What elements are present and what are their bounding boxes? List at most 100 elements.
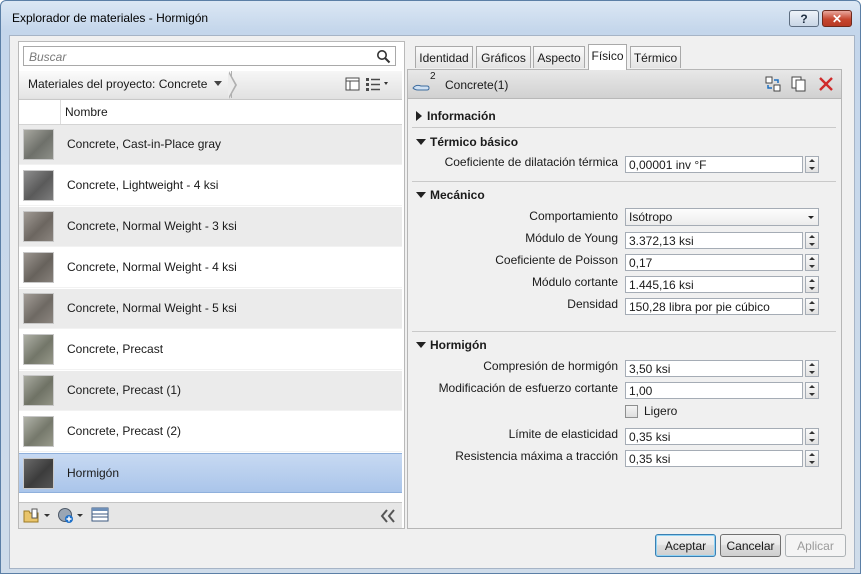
section-termico-basico[interactable]: Térmico básico (416, 135, 518, 149)
apply-button[interactable]: Aplicar (785, 534, 846, 557)
search-placeholder: Buscar (29, 50, 67, 64)
material-browser-window: Explorador de materiales - Hormigón ? ✕ … (0, 0, 861, 574)
tab-fisico[interactable]: Físico (588, 44, 627, 70)
dilatacion-field[interactable]: 0,00001 inv °F (625, 156, 803, 173)
poisson-label: Coeficiente de Poisson (495, 253, 618, 267)
material-editor-pane: 2 Concrete(1) Información Térmico básico… (407, 69, 842, 529)
asset-header: 2 Concrete(1) (408, 70, 841, 99)
material-name: Concrete, Lightweight - 4 ksi (67, 178, 219, 192)
cortante-spinner[interactable] (805, 276, 819, 293)
dilatacion-spinner[interactable] (805, 156, 819, 173)
modificacion-field[interactable]: 1,00 (625, 382, 803, 399)
chevron-down-icon (808, 216, 814, 219)
comportamiento-label: Comportamiento (529, 209, 618, 223)
densidad-spinner[interactable] (805, 298, 819, 315)
breadcrumb-label: Materiales del proyecto: Concrete (28, 77, 208, 91)
modificacion-spinner[interactable] (805, 382, 819, 399)
list-item[interactable]: Concrete, Normal Weight - 4 ksi (19, 248, 402, 288)
divider (412, 181, 836, 182)
panel-layout-icon[interactable] (345, 77, 361, 92)
material-name: Concrete, Precast (2) (67, 424, 182, 438)
cortante-label: Módulo cortante (531, 275, 618, 289)
poisson-field[interactable]: 0,17 (625, 254, 803, 271)
collapse-icon (416, 342, 426, 348)
material-list: Concrete, Cast-in-Place gray Concrete, L… (19, 125, 402, 493)
dialog-client: Buscar Materiales del proyecto: Concrete… (9, 35, 855, 569)
list-item-selected[interactable]: Hormigón (19, 453, 402, 493)
young-field[interactable]: 3.372,13 ksi (625, 232, 803, 249)
material-name: Concrete, Precast (67, 342, 164, 356)
list-item[interactable]: Concrete, Cast-in-Place gray (19, 125, 402, 165)
material-thumbnail (23, 129, 54, 160)
ligero-checkbox[interactable] (625, 405, 638, 418)
traccion-label: Resistencia máxima a tracción (455, 449, 618, 463)
list-item[interactable]: Concrete, Normal Weight - 3 ksi (19, 207, 402, 247)
library-toolbar: Materiales del proyecto: Concrete (19, 71, 402, 100)
material-name: Hormigón (67, 466, 120, 480)
collapse-left-icon[interactable] (379, 509, 397, 523)
list-view-icon[interactable] (365, 77, 391, 92)
material-library-pane: Buscar Materiales del proyecto: Concrete… (18, 41, 405, 529)
section-informacion[interactable]: Información (416, 109, 496, 123)
compresion-field[interactable]: 3,50 ksi (625, 360, 803, 377)
material-thumbnail (23, 375, 54, 406)
close-button[interactable]: ✕ (822, 10, 852, 27)
section-mecanico[interactable]: Mecánico (416, 188, 485, 202)
column-header: Nombre (19, 100, 402, 125)
library-footer-toolbar (19, 502, 402, 528)
list-item[interactable]: Concrete, Normal Weight - 5 ksi (19, 289, 402, 329)
traccion-field[interactable]: 0,35 ksi (625, 450, 803, 467)
material-thumbnail (23, 293, 54, 324)
column-name-header[interactable]: Nombre (65, 105, 108, 119)
asset-usage-count: 2 (430, 71, 436, 82)
compresion-spinner[interactable] (805, 360, 819, 377)
cortante-field[interactable]: 1.445,16 ksi (625, 276, 803, 293)
section-mecanico-label: Mecánico (430, 188, 485, 202)
window-title: Explorador de materiales - Hormigón (12, 11, 209, 25)
comportamiento-select[interactable]: Isótropo (625, 208, 819, 226)
cancel-button[interactable]: Cancelar (720, 534, 781, 557)
editor-toggle-icon[interactable] (91, 507, 109, 523)
elasticidad-spinner[interactable] (805, 428, 819, 445)
material-name: Concrete, Normal Weight - 3 ksi (67, 219, 237, 233)
list-item[interactable]: Concrete, Lightweight - 4 ksi (19, 166, 402, 206)
list-item[interactable]: Concrete, Precast (1) (19, 371, 402, 411)
material-name: Concrete, Normal Weight - 4 ksi (67, 260, 237, 274)
asset-hand-icon (412, 84, 430, 91)
tab-identidad[interactable]: Identidad (415, 46, 473, 68)
list-item[interactable]: Concrete, Precast (2) (19, 412, 402, 452)
elasticidad-field[interactable]: 0,35 ksi (625, 428, 803, 445)
material-name: Concrete, Cast-in-Place gray (67, 137, 222, 151)
create-material-icon[interactable] (57, 507, 87, 525)
library-breadcrumb[interactable]: Materiales del proyecto: Concrete (19, 71, 232, 98)
dilatacion-label: Coeficiente de dilatación térmica (444, 155, 618, 169)
densidad-label: Densidad (567, 297, 618, 311)
section-hormigon[interactable]: Hormigón (416, 338, 487, 352)
traccion-spinner[interactable] (805, 450, 819, 467)
elasticidad-label: Límite de elasticidad (508, 427, 618, 441)
densidad-field[interactable]: 150,28 libra por pie cúbico (625, 298, 803, 315)
open-library-icon[interactable] (23, 507, 53, 525)
column-separator (60, 100, 61, 124)
replace-asset-icon[interactable] (765, 76, 781, 92)
material-thumbnail (23, 458, 54, 489)
breadcrumb-tip-fill (228, 72, 235, 98)
delete-asset-icon[interactable] (818, 76, 834, 92)
ligero-label: Ligero (644, 404, 678, 418)
material-thumbnail (23, 252, 54, 283)
ok-button[interactable]: Aceptar (655, 534, 716, 557)
search-input[interactable]: Buscar (23, 46, 396, 66)
search-icon[interactable] (376, 49, 391, 64)
tab-graficos[interactable]: Gráficos (476, 46, 531, 68)
young-label: Módulo de Young (525, 231, 618, 245)
material-thumbnail (23, 170, 54, 201)
tab-aspecto[interactable]: Aspecto (533, 46, 585, 68)
tab-termico[interactable]: Térmico (630, 46, 681, 68)
compresion-label: Compresión de hormigón (483, 359, 618, 373)
chevron-down-icon[interactable] (214, 81, 222, 86)
help-button[interactable]: ? (789, 10, 819, 27)
young-spinner[interactable] (805, 232, 819, 249)
duplicate-asset-icon[interactable] (791, 76, 807, 92)
poisson-spinner[interactable] (805, 254, 819, 271)
list-item[interactable]: Concrete, Precast (19, 330, 402, 370)
